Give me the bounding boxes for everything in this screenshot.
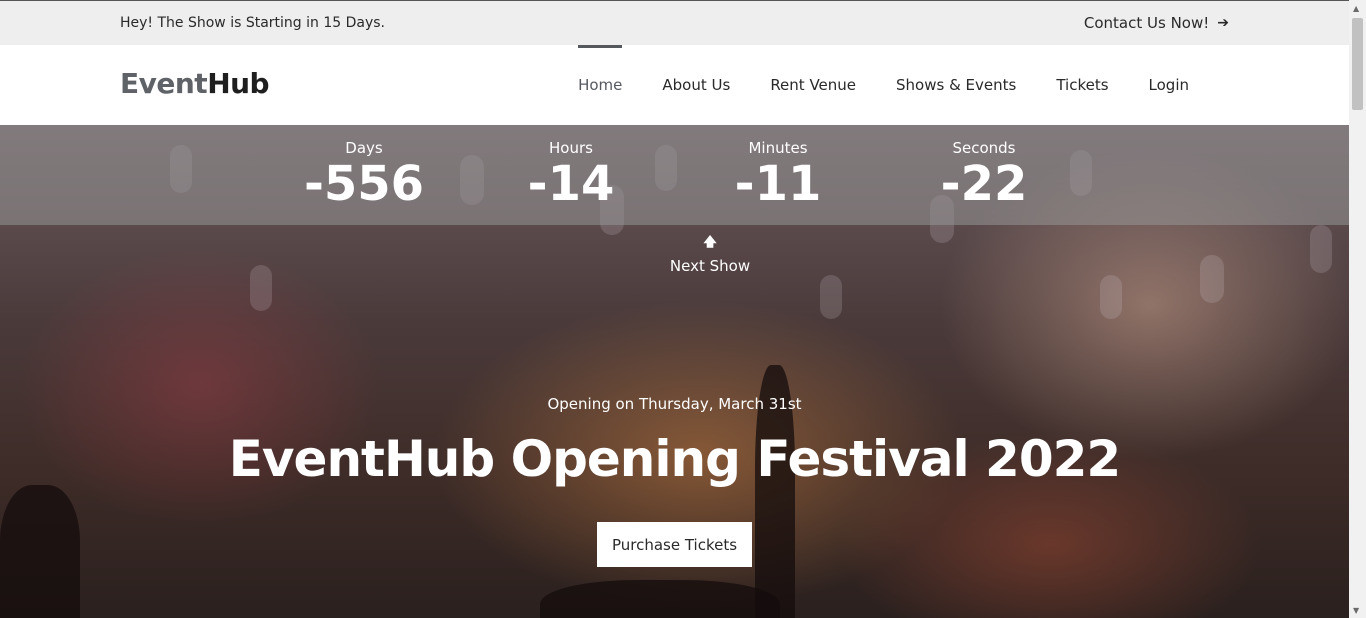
next-show-label: Next Show: [669, 257, 751, 275]
hero-title: EventHub Opening Festival 2022: [228, 430, 1121, 488]
bokeh-light: [1100, 275, 1122, 319]
hours-label: Hours: [549, 139, 593, 157]
hero-banner: Days -556 Hours -14 Minutes -11 Seconds …: [0, 125, 1349, 618]
countdown-minutes: Minutes -11: [698, 139, 858, 209]
crowd-silhouette: [540, 580, 780, 618]
crowd-silhouette: [0, 485, 80, 618]
main-nav: Home About Us Rent Venue Shows & Events …: [558, 45, 1209, 125]
minutes-value: -11: [734, 156, 822, 212]
countdown-band: Days -556 Hours -14 Minutes -11 Seconds …: [0, 125, 1349, 225]
hero-subtitle: Opening on Thursday, March 31st: [547, 395, 802, 413]
logo[interactable]: EventHub: [120, 67, 270, 100]
seconds-value: -22: [940, 156, 1028, 212]
nav-shows-events[interactable]: Shows & Events: [876, 45, 1036, 125]
seconds-label: Seconds: [952, 139, 1016, 157]
nav-tickets[interactable]: Tickets: [1036, 45, 1128, 125]
days-label: Days: [345, 139, 383, 157]
arrow-up-icon: 🡅: [703, 235, 717, 250]
scroll-up-icon[interactable]: ▲: [1353, 4, 1359, 13]
site-header: EventHub Home About Us Rent Venue Shows …: [0, 45, 1349, 125]
page-scrollbar[interactable]: ▲ ▼: [1349, 0, 1366, 618]
countdown-seconds: Seconds -22: [904, 139, 1064, 209]
nav-login[interactable]: Login: [1129, 45, 1209, 125]
bokeh-light: [820, 275, 842, 319]
logo-part-hub: Hub: [207, 67, 270, 100]
nav-home[interactable]: Home: [558, 45, 642, 125]
logo-part-event: Event: [120, 67, 208, 100]
countdown-days: Days -556: [284, 139, 444, 209]
scroll-down-icon[interactable]: ▼: [1353, 606, 1359, 615]
next-show-link[interactable]: 🡅 Next Show: [610, 233, 810, 275]
nav-about-us[interactable]: About Us: [642, 45, 750, 125]
minutes-label: Minutes: [748, 139, 808, 157]
days-value: -556: [303, 156, 425, 212]
countdown-hours: Hours -14: [491, 139, 651, 209]
contact-us-label: Contact Us Now!: [1083, 14, 1210, 32]
hours-value: -14: [527, 156, 615, 212]
bokeh-light: [250, 265, 272, 311]
bokeh-light: [1200, 255, 1224, 303]
top-announcement-bar: Hey! The Show is Starting in 15 Days. Co…: [0, 0, 1349, 45]
nav-rent-venue[interactable]: Rent Venue: [750, 45, 876, 125]
contact-us-link[interactable]: Contact Us Now! ➔: [1084, 14, 1229, 32]
bokeh-light: [1310, 225, 1332, 273]
scrollbar-thumb[interactable]: [1352, 18, 1363, 110]
arrow-right-icon: ➔: [1217, 15, 1229, 31]
announcement-text: Hey! The Show is Starting in 15 Days.: [120, 15, 386, 31]
purchase-tickets-button[interactable]: Purchase Tickets: [597, 522, 752, 567]
